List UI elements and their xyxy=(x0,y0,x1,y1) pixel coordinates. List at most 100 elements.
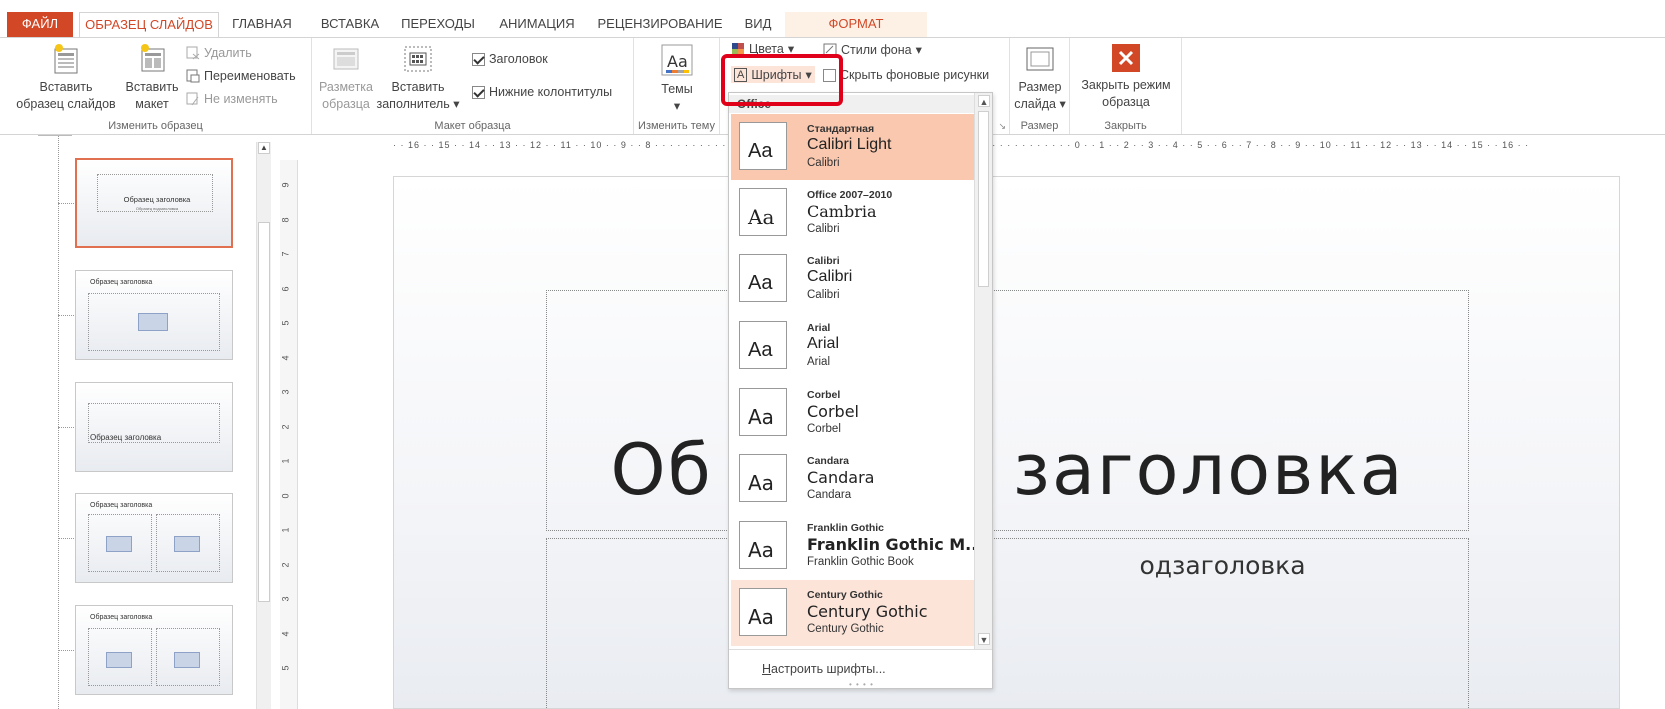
insert-placeholder-button[interactable]: Вставить заполнитель ▾ xyxy=(376,43,460,113)
thumbnail-layout-5[interactable]: Образец заголовка xyxy=(75,605,233,695)
font-preview-icon: Aa xyxy=(739,388,787,436)
body-font: Arial xyxy=(807,356,831,368)
checkbox-checked[interactable] xyxy=(472,52,485,66)
horizontal-ruler: · · 16 · · 15 · · 14 · · 13 · · 12 · · 1… xyxy=(393,140,1530,150)
vertical-ruler: 9 8 7 6 5 4 3 2 1 0 1 2 3 4 5 xyxy=(280,160,298,709)
font-option-8[interactable]: Aa Century Gothic Century Gothic Century Go… xyxy=(731,580,974,646)
tab-insert[interactable]: ВСТАВКА xyxy=(315,12,385,37)
thumbnail-graphic xyxy=(106,536,132,552)
tab-file[interactable]: ФАЙЛ xyxy=(7,12,73,37)
slide-size-icon xyxy=(1026,47,1054,71)
font-preview-icon: Aa xyxy=(739,188,787,236)
font-scheme-name: Century Gothic xyxy=(807,589,883,601)
footers-checkbox[interactable]: Нижние колонтитулы xyxy=(472,85,612,99)
tab-review[interactable]: РЕЦЕНЗИРОВАНИЕ xyxy=(595,12,725,37)
slide-size-button[interactable]: Размер слайда ▾ xyxy=(1010,43,1070,113)
heading-font: Franklin Gothic M... xyxy=(807,535,984,554)
title-checkbox[interactable]: Заголовок xyxy=(472,52,548,66)
subtitle-placeholder[interactable]: одзаголовка xyxy=(546,538,1469,709)
scrollbar-thumb[interactable] xyxy=(978,111,989,287)
thumbnail-layout-4[interactable]: Образец заголовка xyxy=(75,493,233,583)
insert-slide-master-button[interactable]: Вставить образец слайдов xyxy=(6,43,126,113)
heading-font: Calibri Light xyxy=(807,136,892,153)
body-font: Calibri xyxy=(807,289,840,301)
group-close: Закрыть режим образца Закрыть xyxy=(1070,38,1182,134)
heading-font: Candara xyxy=(807,468,875,487)
font-preview-icon: Aa xyxy=(739,454,787,502)
rename-button[interactable]: Переименовать xyxy=(186,69,296,83)
divider xyxy=(38,135,72,136)
font-scheme-name: Calibri xyxy=(807,255,840,267)
scroll-up-arrow-icon[interactable]: ▲ xyxy=(258,142,270,154)
ruler-tick-label: 3 xyxy=(280,389,291,395)
heading-font: Corbel xyxy=(807,402,859,421)
thumbnail-tree-line xyxy=(58,135,59,709)
ruler-tick-label: 4 xyxy=(280,630,291,637)
tab-view[interactable]: ВИД xyxy=(738,12,778,37)
slide-thumbnails-pane: Образец заголовка Образец подзаголовка О… xyxy=(0,135,278,709)
close-icon xyxy=(1112,44,1140,72)
tab-animations[interactable]: АНИМАЦИЯ xyxy=(492,12,582,37)
ruler-tick-label: 9 xyxy=(280,182,291,188)
insert-layout-button[interactable]: Вставить макет xyxy=(118,43,186,113)
scrollbar-thumb[interactable] xyxy=(258,222,270,602)
resize-grip-icon[interactable]: • • • • xyxy=(849,680,874,689)
ruler-tick-label: 1 xyxy=(280,527,291,533)
ruler-tick-label: 1 xyxy=(280,458,291,464)
thumbnail-layout-2[interactable]: Образец заголовка xyxy=(75,270,233,360)
customize-fonts-item[interactable]: Настроить шрифты... xyxy=(762,662,886,676)
checkbox-checked[interactable] xyxy=(472,85,485,99)
ruler-tick-label: 3 xyxy=(280,596,291,602)
scroll-down-arrow-icon[interactable]: ▼ xyxy=(978,633,990,645)
font-scheme-name: Candara xyxy=(807,455,850,467)
font-option-6[interactable]: Aa Candara Candara Candara xyxy=(731,446,974,512)
dropdown-scrollbar[interactable]: ▲ ▼ xyxy=(974,93,992,649)
ruler-tick-label: 8 xyxy=(280,216,291,223)
dialog-launcher-icon[interactable]: ↘ xyxy=(998,121,1006,132)
group-edit-master: Вставить образец слайдов Вставить макет … xyxy=(0,38,312,134)
close-master-view-button[interactable]: Закрыть режим образца xyxy=(1070,43,1182,111)
body-font: Candara xyxy=(807,489,852,501)
font-option-5[interactable]: Aa Corbel Corbel Corbel xyxy=(731,380,974,446)
font-option-3[interactable]: Aa Calibri Calibri Calibri xyxy=(731,246,974,312)
title-placeholder[interactable]: Об заголовка xyxy=(546,290,1469,531)
rename-icon xyxy=(186,69,200,83)
group-edit-theme: Aa Темы ▾ Изменить тему xyxy=(634,38,720,134)
insert-placeholder-icon xyxy=(404,46,432,72)
font-scheme-name: Arial xyxy=(807,322,831,334)
font-scheme-name: Стандартная xyxy=(807,123,875,135)
thumbnail-layout-1[interactable]: Образец заголовка Образец подзаголовка xyxy=(75,158,233,248)
themes-icon: Aa xyxy=(661,44,693,76)
delete-button[interactable]: Удалить xyxy=(186,46,252,60)
font-preview-icon: Aa xyxy=(739,254,787,302)
thumbnail-graphic xyxy=(174,536,200,552)
title-text[interactable]: Об заголовка xyxy=(547,429,1468,511)
thumbnail-graphic xyxy=(106,652,132,668)
tab-format[interactable]: ФОРМАТ xyxy=(785,12,927,37)
font-option-2[interactable]: Aa Office 2007–2010 Cambria Calibri xyxy=(731,180,974,246)
tab-transitions[interactable]: ПЕРЕХОДЫ xyxy=(398,12,478,37)
heading-font: Arial xyxy=(807,335,840,352)
thumbnail-layout-3[interactable]: Образец заголовка xyxy=(75,382,233,472)
master-layout-button[interactable]: Разметка образца xyxy=(316,43,376,113)
group-master-layout: Разметка образца Вставить заполнитель ▾ … xyxy=(312,38,634,134)
font-option-4[interactable]: Aa Arial Arial Arial xyxy=(731,313,974,379)
font-option-7[interactable]: Aa Franklin Gothic Franklin Gothic M... Fra… xyxy=(731,513,983,579)
svg-text:Aa: Aa xyxy=(667,52,688,71)
tab-slide-master[interactable]: ОБРАЗЕЦ СЛАЙДОВ xyxy=(79,12,219,38)
master-layout-icon xyxy=(333,48,359,70)
font-preview-icon: Aa xyxy=(739,521,787,569)
ruler-tick-label: 5 xyxy=(280,320,291,326)
preserve-button[interactable]: Не изменять xyxy=(186,92,278,106)
thumbnails-scrollbar[interactable]: ▲ xyxy=(256,142,271,709)
scroll-up-arrow-icon[interactable]: ▲ xyxy=(978,95,990,107)
font-option-1[interactable]: Aa Стандартная Calibri Light Calibri xyxy=(731,114,974,180)
subtitle-text[interactable]: одзаголовка xyxy=(547,551,1468,580)
body-font: Corbel xyxy=(807,423,841,435)
preserve-icon xyxy=(186,92,199,106)
group-label: Макет образца xyxy=(434,120,511,132)
highlight-annotation xyxy=(721,54,843,106)
themes-button[interactable]: Aa Темы ▾ xyxy=(634,43,720,115)
hide-background-checkbox[interactable]: Скрыть фоновые рисунки xyxy=(823,68,989,82)
tab-home[interactable]: ГЛАВНАЯ xyxy=(226,12,298,37)
